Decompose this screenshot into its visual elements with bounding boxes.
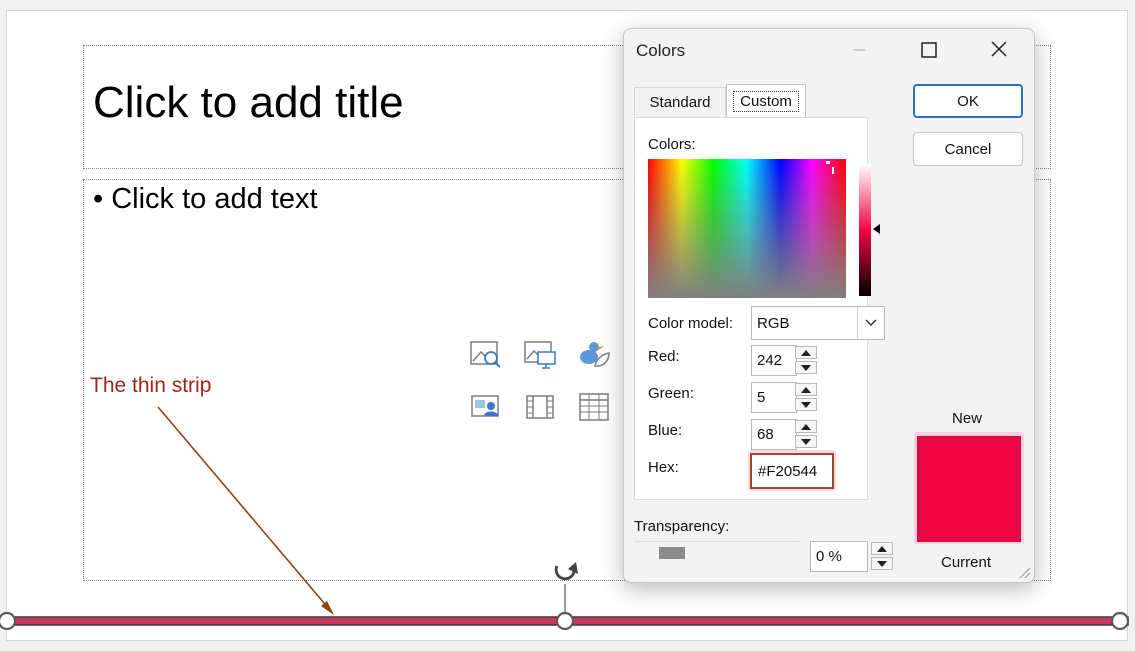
- rotate-handle-icon: [554, 562, 578, 581]
- title-placeholder-text: Click to add title: [93, 78, 404, 127]
- colors-dialog: Colors Standard Custom Colors: Color mod…: [623, 28, 1035, 583]
- transparency-slider-thumb[interactable]: [659, 547, 685, 559]
- custom-panel: Colors: Color model: RGB Red: 242 Green:…: [634, 117, 885, 500]
- current-color-swatch: [921, 440, 1017, 538]
- colors-label: Colors:: [648, 136, 696, 153]
- transparency-up-button[interactable]: [871, 542, 893, 555]
- chevron-down-icon[interactable]: [857, 307, 884, 339]
- stock-images-icon[interactable]: [469, 339, 503, 369]
- green-label: Green:: [648, 385, 694, 402]
- red-spinner[interactable]: [795, 346, 819, 376]
- red-input[interactable]: 242: [751, 345, 797, 376]
- color-model-value: RGB: [757, 314, 790, 332]
- transparency-input[interactable]: 0 %: [810, 541, 868, 572]
- resize-handle-center: [555, 611, 575, 631]
- video-icon[interactable]: [523, 392, 557, 422]
- pictures-icon[interactable]: [523, 339, 557, 369]
- color-model-label: Color model:: [648, 315, 734, 332]
- blue-down-button[interactable]: [795, 435, 817, 448]
- current-color-label: Current: [941, 554, 992, 571]
- tab-standard[interactable]: Standard: [634, 87, 726, 117]
- annotation-label: The thin strip: [90, 374, 212, 397]
- red-label: Red:: [648, 348, 680, 365]
- resize-handle-left: [0, 611, 17, 631]
- content-placeholder-text: • Click to add text: [93, 183, 318, 215]
- color-model-select[interactable]: RGB: [751, 306, 885, 340]
- blue-spinner[interactable]: [795, 420, 819, 450]
- red-up-button[interactable]: [795, 346, 817, 359]
- minimize-icon: [844, 37, 874, 63]
- hex-label: Hex:: [648, 459, 679, 476]
- cameo-icon[interactable]: [469, 392, 503, 422]
- green-spinner[interactable]: [795, 383, 819, 413]
- hex-input[interactable]: #F20544: [750, 453, 834, 489]
- tab-custom[interactable]: Custom: [726, 84, 806, 117]
- tab-custom-label: Custom: [733, 90, 799, 112]
- ok-button[interactable]: OK: [913, 84, 1023, 118]
- cancel-button[interactable]: Cancel: [913, 132, 1023, 166]
- table-icon[interactable]: [577, 392, 611, 422]
- new-color-label: New: [952, 410, 983, 427]
- transparency-spinner[interactable]: [871, 542, 895, 572]
- green-down-button[interactable]: [795, 398, 817, 411]
- blue-input[interactable]: 68: [751, 419, 797, 450]
- blue-label: Blue:: [648, 422, 683, 439]
- spectrum-crosshair-icon: [826, 161, 834, 174]
- luminance-slider[interactable]: [859, 164, 871, 296]
- resize-handle-right: [1110, 611, 1130, 631]
- resize-grip-icon[interactable]: [1017, 565, 1031, 579]
- green-up-button[interactable]: [795, 383, 817, 396]
- transparency-track[interactable]: [634, 541, 799, 542]
- dialog-title: Colors: [636, 41, 686, 60]
- red-down-button[interactable]: [795, 361, 817, 374]
- green-input[interactable]: 5: [751, 382, 797, 413]
- transparency-down-button[interactable]: [871, 557, 893, 570]
- transparency-label: Transparency:: [634, 518, 730, 535]
- close-button[interactable]: [984, 37, 1014, 63]
- maximize-button[interactable]: [914, 37, 944, 63]
- blue-up-button[interactable]: [795, 420, 817, 433]
- color-spectrum-picker[interactable]: [648, 159, 846, 298]
- luminance-slider-arrow-icon[interactable]: [873, 224, 880, 234]
- icons-icon[interactable]: [577, 339, 611, 369]
